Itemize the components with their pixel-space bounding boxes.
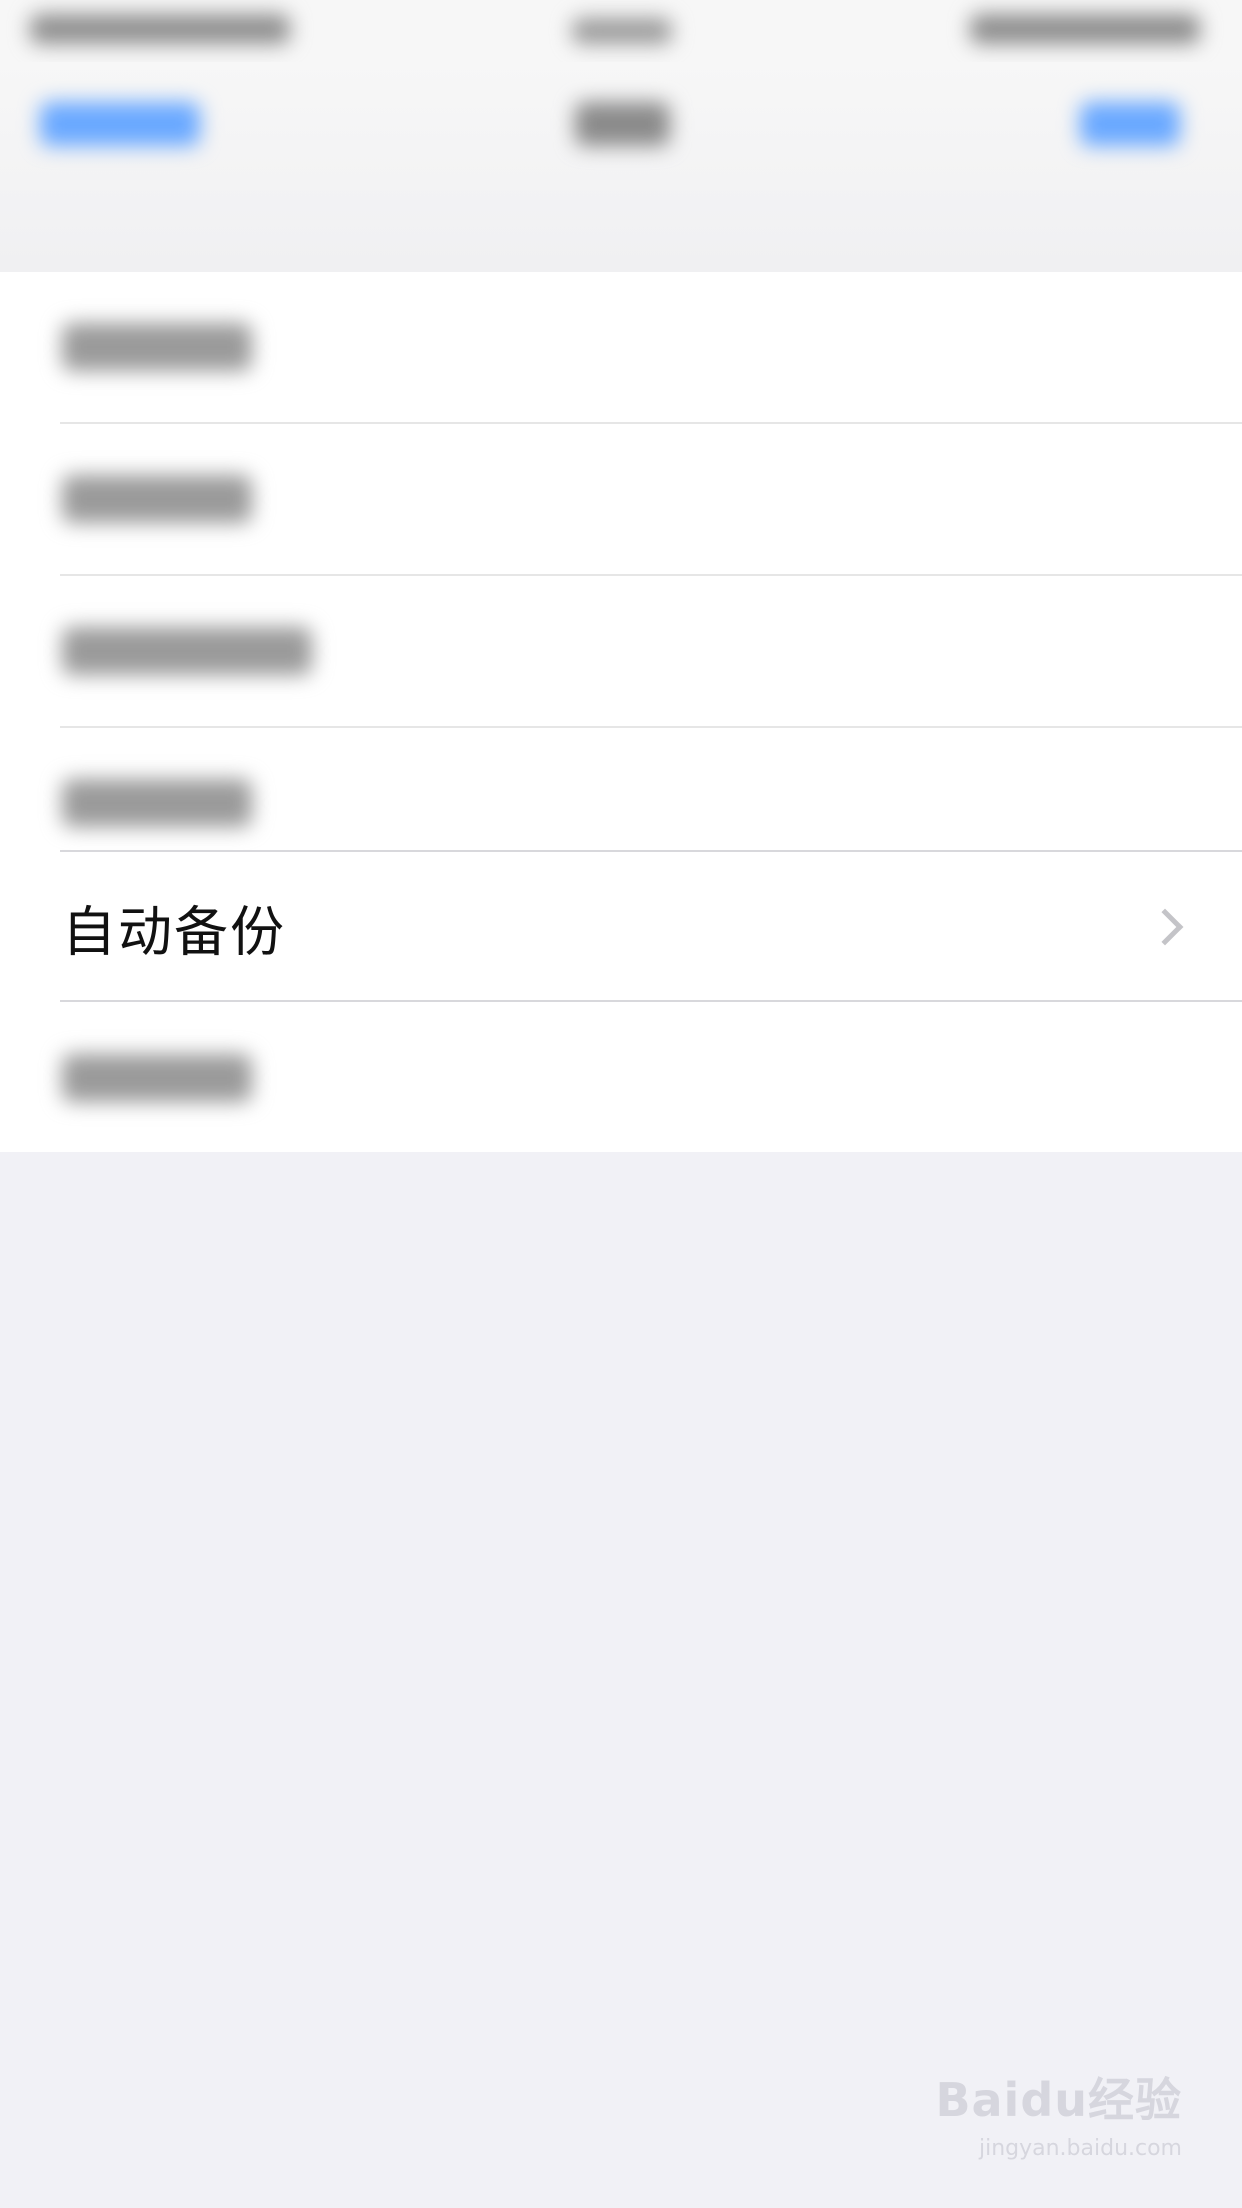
navigation-bar: [0, 62, 1242, 272]
settings-row-2-label-blur: [62, 475, 252, 523]
settings-row-6-blurred[interactable]: [0, 1004, 1242, 1152]
nav-action-blur[interactable]: [1080, 102, 1180, 146]
status-right-blur: [970, 14, 1200, 44]
back-button-blur[interactable]: [40, 102, 200, 146]
status-bar: [0, 0, 1242, 62]
watermark-brand: Baidu经验: [935, 2073, 1182, 2127]
status-center-blur: [572, 18, 672, 44]
focus-separator-bottom: [60, 1000, 1242, 1002]
watermark-site: jingyan.baidu.com: [978, 2136, 1182, 2161]
settings-row-1-blurred[interactable]: [0, 272, 1242, 422]
status-left-blur: [30, 14, 290, 44]
settings-row-3-blurred[interactable]: [0, 576, 1242, 726]
settings-row-2-blurred[interactable]: [0, 424, 1242, 574]
settings-row-auto-backup[interactable]: 自动备份: [0, 852, 1242, 1002]
settings-row-4-label-blur: [62, 779, 252, 827]
settings-row-6-label-blur: [62, 1054, 252, 1102]
chevron-right-icon: [1146, 908, 1184, 946]
settings-row-1-label-blur: [62, 323, 252, 371]
settings-row-auto-backup-label: 自动备份: [62, 900, 286, 964]
settings-row-3-label-blur: [62, 627, 312, 675]
nav-title-blur: [575, 102, 670, 146]
watermark: Baidu经验 jingyan.baidu.com: [922, 2064, 1182, 2184]
